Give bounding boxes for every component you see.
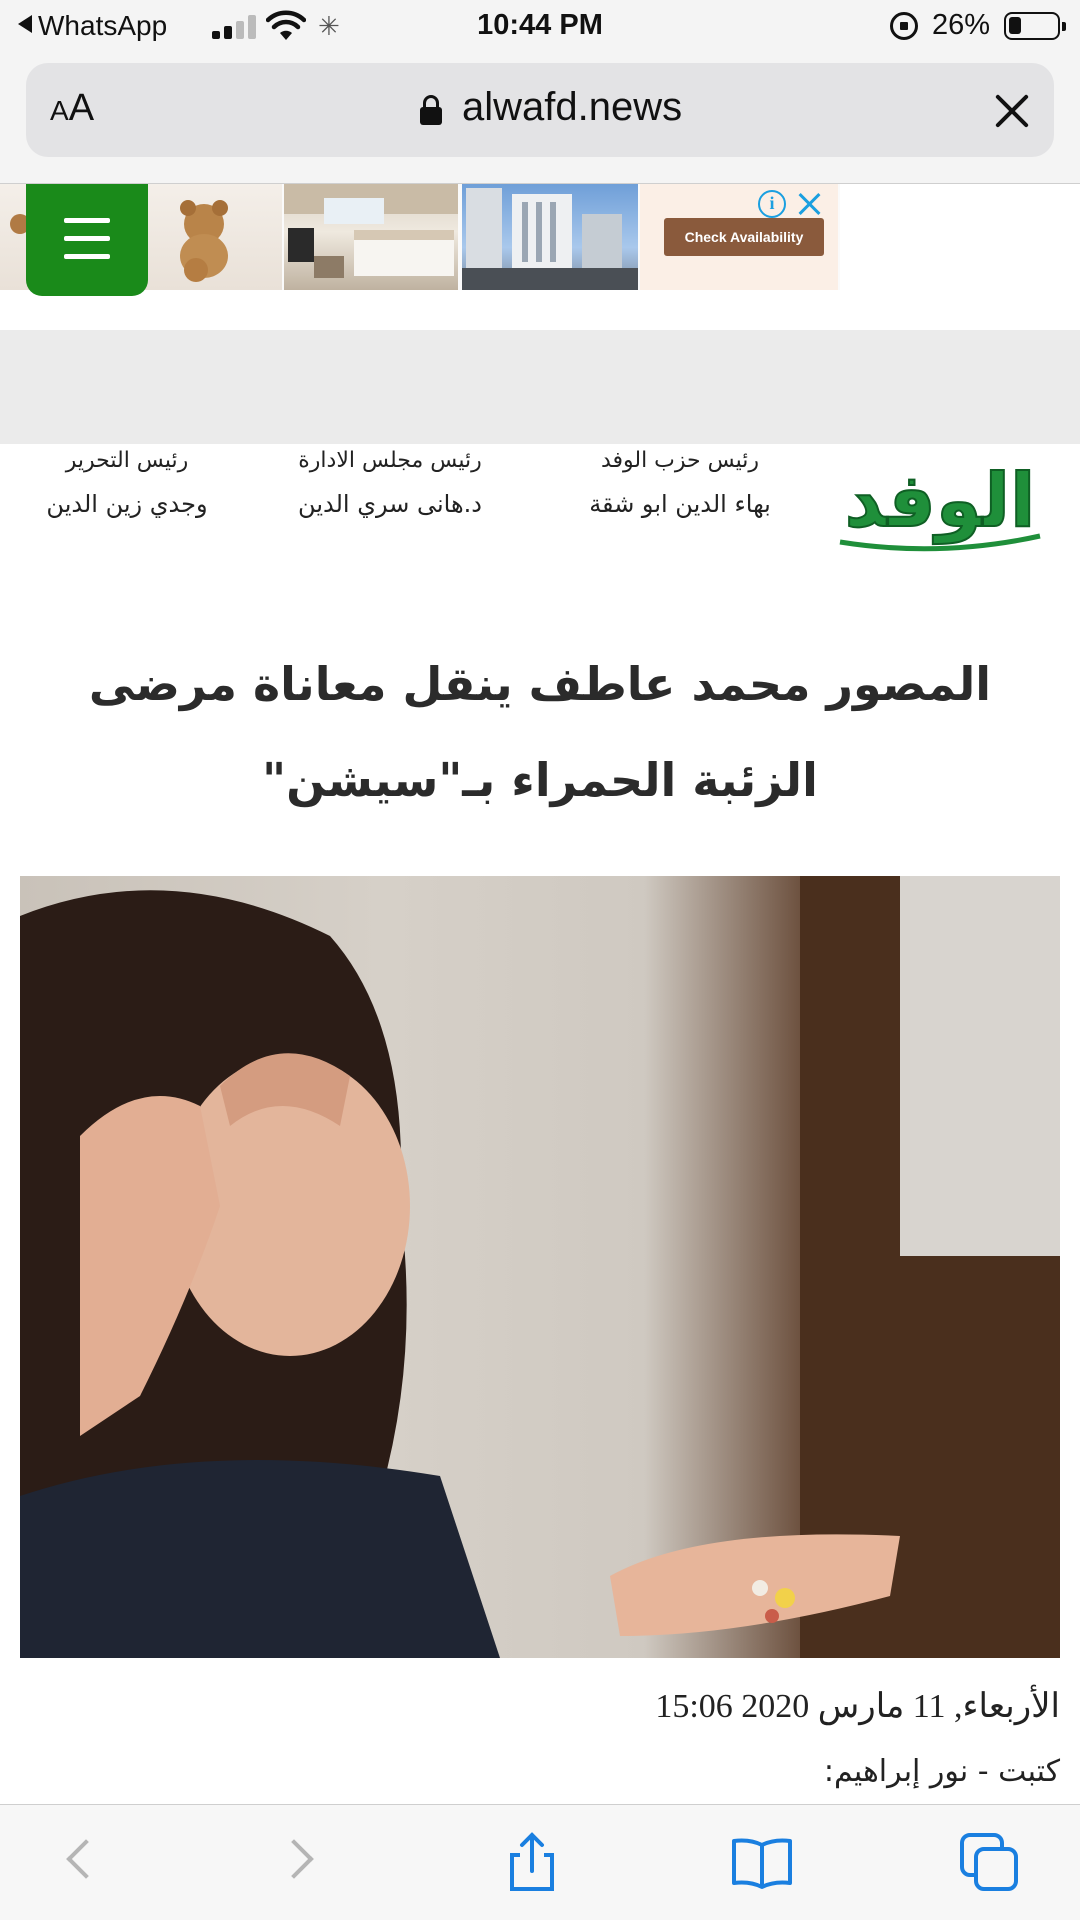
masthead-role: رئيس التحرير xyxy=(65,448,189,473)
text-size-big-label: A xyxy=(68,87,95,129)
status-bar: WhatsApp ✳ 10:44 PM 26% xyxy=(0,0,1080,54)
bookmarks-icon[interactable] xyxy=(730,1831,794,1895)
close-icon[interactable] xyxy=(992,91,1032,131)
ad-image-building xyxy=(462,184,638,290)
masthead-party-head: رئيس حزب الوفد بهاء الدين ابو شقة xyxy=(540,448,820,535)
back-button[interactable] xyxy=(50,1831,114,1895)
article-date: الأربعاء, 11 مارس 2020 15:06 xyxy=(655,1688,1060,1725)
masthead-name: د.هانى سري الدين xyxy=(298,490,482,518)
article-author: كتبت - نور إبراهيم: xyxy=(823,1754,1060,1789)
masthead-role: رئيس حزب الوفد xyxy=(600,448,760,473)
hamburger-menu-button[interactable] xyxy=(26,184,148,296)
text-size-button[interactable]: AA xyxy=(50,87,94,130)
hamburger-line xyxy=(64,254,110,259)
article-photo xyxy=(20,876,1060,1658)
url-text[interactable]: alwafd.news xyxy=(462,85,682,130)
logo-text: الوفد xyxy=(845,458,1036,545)
check-availability-button[interactable]: Check Availability xyxy=(664,218,824,256)
orientation-lock-icon xyxy=(890,12,918,40)
hamburger-line xyxy=(64,218,110,223)
article-headline: المصور محمد عاطف ينقل معاناة مرضى الزئبة… xyxy=(88,657,992,807)
secure-lock-icon xyxy=(420,95,442,125)
status-time: 10:44 PM xyxy=(477,9,603,41)
browser-toolbar xyxy=(0,1804,1080,1920)
masthead-name: بهاء الدين ابو شقة xyxy=(589,490,771,518)
masthead-name: وجدي زين الدين xyxy=(46,490,208,518)
masthead-board-chair: رئيس مجلس الادارة د.هانى سري الدين xyxy=(270,448,510,535)
hamburger-line xyxy=(64,236,110,241)
alwafd-logo[interactable]: الوفد xyxy=(830,450,1050,560)
chevron-left-icon xyxy=(66,1839,106,1879)
text-size-small-label: A xyxy=(50,95,69,126)
browser-address-area: AA alwafd.news xyxy=(0,54,1080,184)
ad-image-hotel-room xyxy=(284,184,458,290)
tabs-icon[interactable] xyxy=(958,1831,1022,1895)
forward-button[interactable] xyxy=(270,1831,334,1895)
ad-close-icon[interactable] xyxy=(796,190,824,218)
ad-info-icon[interactable]: i xyxy=(758,190,786,218)
share-icon[interactable] xyxy=(500,1831,564,1895)
masthead-role: رئيس مجلس الادارة xyxy=(298,448,482,473)
masthead-editor-in-chief: رئيس التحرير وجدي زين الدين xyxy=(12,448,242,535)
ad-placeholder-band xyxy=(0,330,1080,444)
address-bar[interactable]: AA alwafd.news xyxy=(26,63,1054,157)
battery-percent: 26% xyxy=(932,9,991,41)
chevron-right-icon xyxy=(274,1839,314,1879)
battery-icon xyxy=(1004,12,1066,40)
